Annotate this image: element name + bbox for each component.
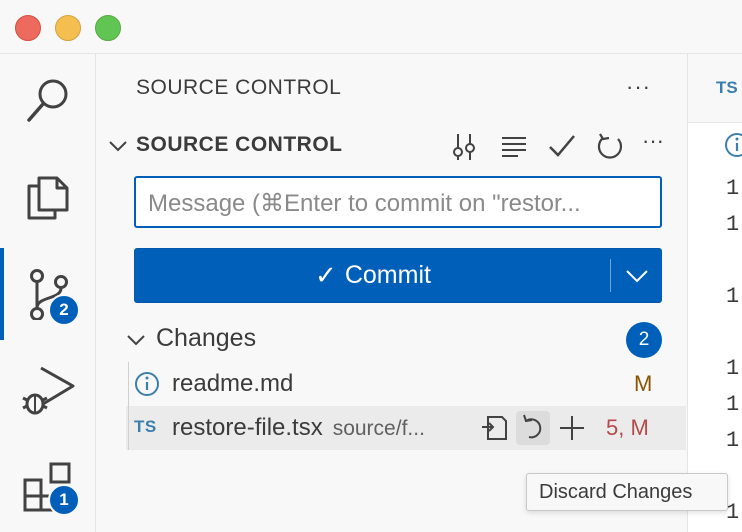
view-graph-button[interactable] xyxy=(448,130,480,162)
commit-check-button[interactable] xyxy=(546,130,578,162)
sidebar-title: SOURCE CONTROL xyxy=(136,76,342,99)
section-title: SOURCE CONTROL xyxy=(136,133,343,156)
discard-changes-button[interactable] xyxy=(516,411,550,445)
chevron-down-icon xyxy=(626,270,648,283)
activity-extensions[interactable]: 1 xyxy=(0,440,95,532)
commit-main-action[interactable]: ✓ Commit xyxy=(135,249,611,302)
editor-line-fragment: 1( xyxy=(726,176,742,201)
file-path: source/f... xyxy=(332,417,425,440)
typescript-file-icon[interactable]: TS xyxy=(716,78,738,98)
editor-line-fragment: 1( xyxy=(726,500,742,525)
minimize-window-button[interactable] xyxy=(55,15,81,41)
commit-message-input[interactable]: Message (⌘Enter to commit on "restor... xyxy=(134,176,662,228)
commit-separator xyxy=(610,259,611,292)
commit-label: Commit xyxy=(344,261,431,289)
file-name: readme.md xyxy=(172,370,294,397)
tree-indent-guide xyxy=(128,406,129,450)
source-control-badge: 2 xyxy=(48,294,80,326)
editor-tabbar: TS xyxy=(688,54,742,123)
discard-changes-tooltip: Discard Changes xyxy=(526,473,728,511)
chevron-down-icon xyxy=(127,335,145,346)
changes-group-header[interactable]: Changes 2 xyxy=(96,320,686,360)
active-indicator xyxy=(0,248,4,340)
editor-line-fragment: 1( xyxy=(726,212,742,237)
refresh-button[interactable] xyxy=(594,130,626,162)
file-name-text: restore-file.tsx xyxy=(172,414,323,441)
chevron-down-icon xyxy=(109,141,127,152)
typescript-file-icon: TS xyxy=(134,417,157,436)
changes-count-badge: 2 xyxy=(626,322,662,358)
source-control-sidebar: SOURCE CONTROL ··· SOURCE CONTROL ··· Me… xyxy=(96,54,686,532)
search-icon xyxy=(27,79,68,122)
activity-bar: 2 1 xyxy=(0,54,96,532)
commit-dropdown-button[interactable] xyxy=(612,249,662,302)
list-item[interactable]: TS restore-file.tsx source/f... 5, M xyxy=(126,406,686,450)
source-control-section-header[interactable]: SOURCE CONTROL ··· xyxy=(96,126,686,166)
file-name: restore-file.tsx source/f... xyxy=(172,414,425,442)
close-window-button[interactable] xyxy=(15,15,41,41)
open-file-button[interactable] xyxy=(478,411,512,445)
file-status: 5, M xyxy=(606,415,649,440)
commit-button[interactable]: ✓ Commit xyxy=(134,248,662,303)
files-icon xyxy=(27,176,69,220)
editor-line-fragment: 1( xyxy=(726,428,742,453)
sidebar-more-actions-button[interactable]: ··· xyxy=(626,74,651,100)
run-debug-icon xyxy=(22,366,75,415)
editor-line-fragment: 1( xyxy=(726,284,742,309)
info-icon xyxy=(725,133,742,157)
discard-icon xyxy=(523,414,542,439)
activity-source-control[interactable]: 2 xyxy=(0,248,95,340)
section-more-actions-button[interactable]: ··· xyxy=(642,128,674,160)
check-icon: ✓ xyxy=(315,260,337,290)
tree-indent-guide xyxy=(128,362,129,406)
editor-line-fragment: 1( xyxy=(726,356,742,381)
file-status: M xyxy=(634,371,653,396)
editor-line-fragment: 1( xyxy=(726,392,742,417)
activity-search[interactable] xyxy=(0,54,95,146)
view-as-list-button[interactable] xyxy=(498,130,530,162)
stage-changes-button[interactable] xyxy=(555,411,589,445)
activity-explorer[interactable] xyxy=(0,152,95,244)
extensions-badge: 1 xyxy=(48,484,80,516)
info-icon xyxy=(135,372,159,396)
editor-area: TS 1( 1( 1( 1( 1( 1( 1( xyxy=(687,54,742,532)
activity-run-debug[interactable] xyxy=(0,344,95,436)
changes-label: Changes xyxy=(156,324,257,352)
list-item[interactable]: readme.md M xyxy=(126,362,686,406)
window-titlebar xyxy=(0,0,742,54)
zoom-window-button[interactable] xyxy=(95,15,121,41)
